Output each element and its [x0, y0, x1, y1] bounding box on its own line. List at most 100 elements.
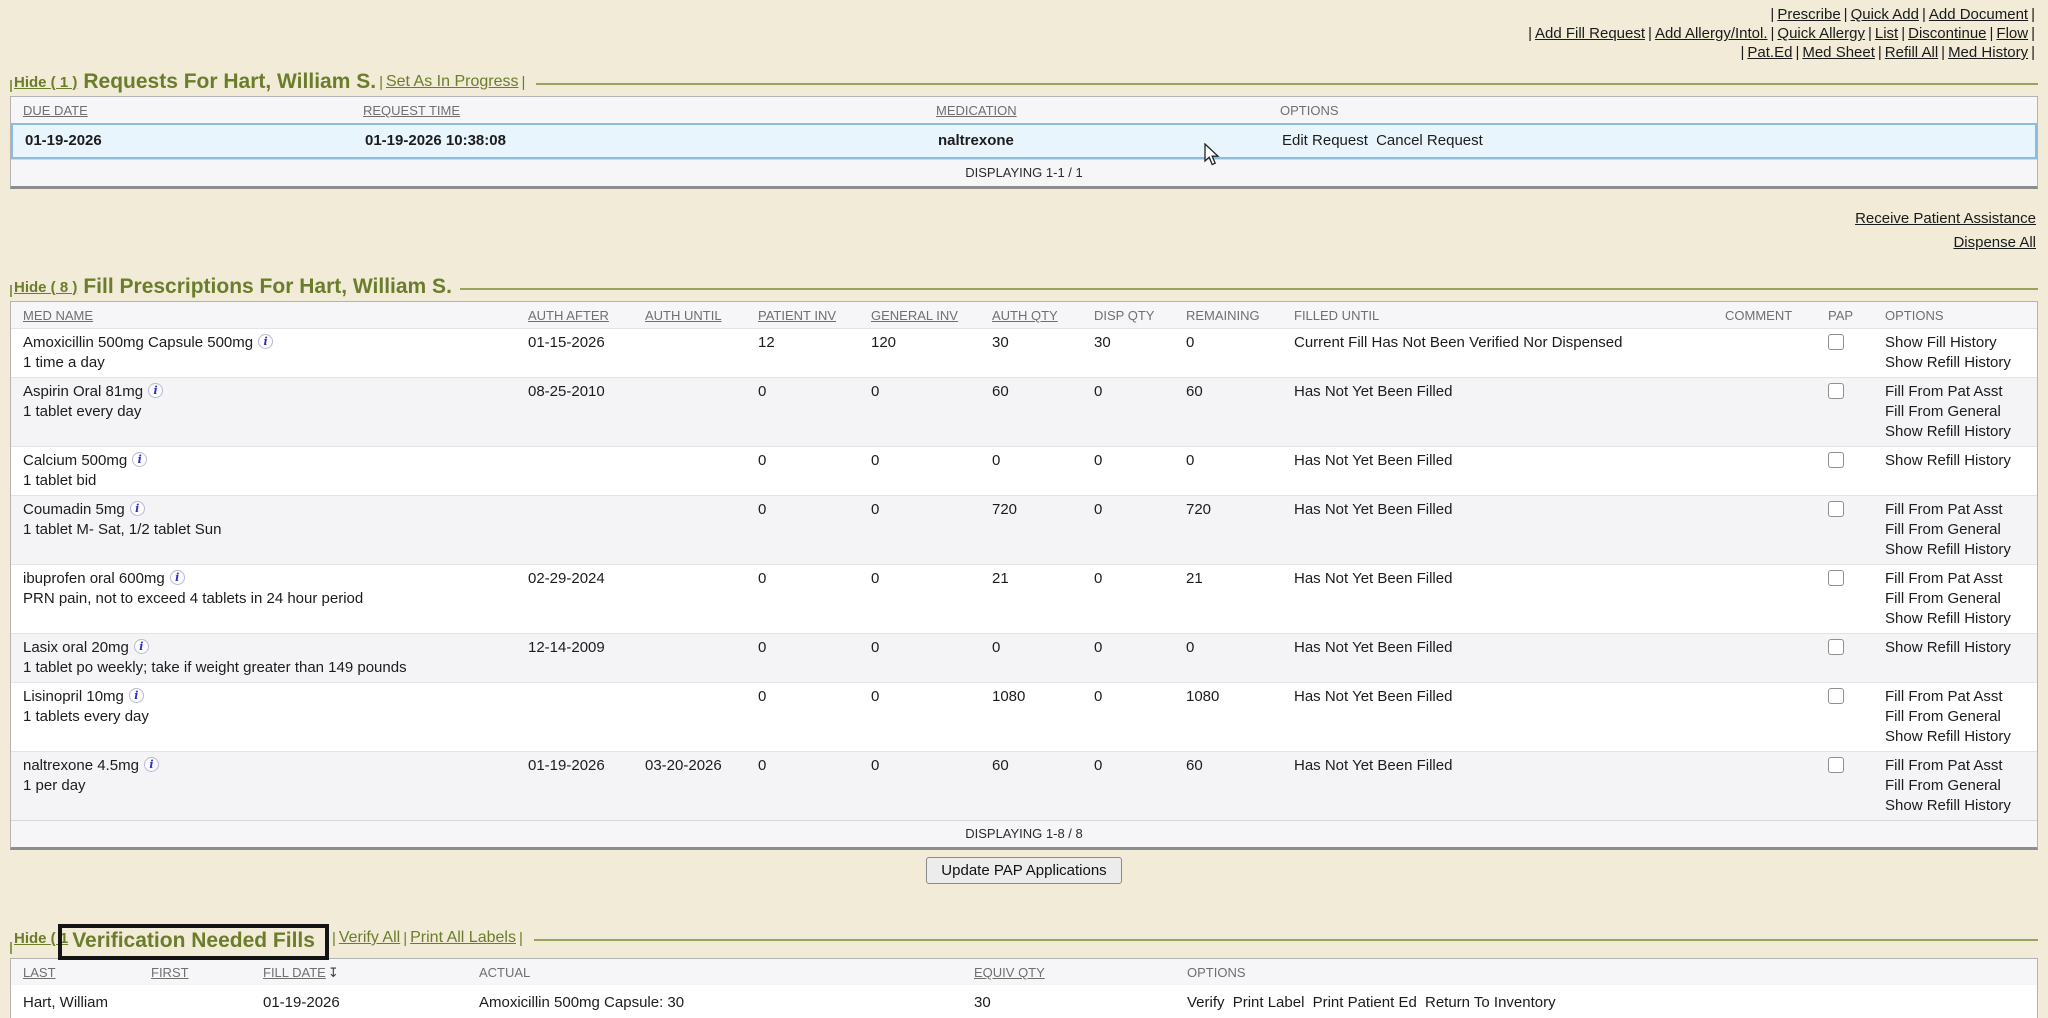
- pap-checkbox[interactable]: [1828, 757, 1844, 773]
- pap-checkbox[interactable]: [1828, 570, 1844, 586]
- requests-section: Hide ( 1 ) Requests For Hart, William S.…: [10, 70, 2038, 189]
- auth-until-cell: [633, 447, 746, 495]
- fill-from-general-link[interactable]: Fill From General: [1885, 707, 2029, 727]
- link-med-sheet[interactable]: Med Sheet: [1802, 44, 1875, 61]
- col-equiv-qty[interactable]: EQUIV QTY: [962, 959, 1175, 985]
- link-med-history[interactable]: Med History: [1948, 44, 2028, 61]
- show-refill-history-link[interactable]: Show Refill History: [1885, 609, 2029, 629]
- col-last[interactable]: LAST: [11, 959, 139, 985]
- patient-inv-cell: 0: [746, 496, 859, 564]
- med-cell: Calcium 500mgi 1 tablet bid: [11, 447, 516, 495]
- show-refill-history-link[interactable]: Show Refill History: [1885, 638, 2029, 658]
- disp-qty-cell: 30: [1082, 329, 1174, 377]
- remaining-cell: 21: [1174, 565, 1282, 633]
- info-icon[interactable]: i: [134, 639, 149, 654]
- show-refill-history-link[interactable]: Show Refill History: [1885, 727, 2029, 747]
- fill-from-general-link[interactable]: Fill From General: [1885, 776, 2029, 796]
- dispense-all-link[interactable]: Dispense All: [1953, 234, 2036, 251]
- link-refill-all[interactable]: Refill All: [1885, 44, 1938, 61]
- sort-descending-icon[interactable]: ↧: [328, 965, 339, 980]
- info-icon[interactable]: i: [130, 501, 145, 516]
- receive-patient-assistance-link[interactable]: Receive Patient Assistance: [1855, 210, 2036, 227]
- fill-from-general-link[interactable]: Fill From General: [1885, 520, 2029, 540]
- fill-date-sort-link[interactable]: FILL DATE: [263, 965, 326, 980]
- edit-request-link[interactable]: Edit Request: [1282, 132, 1368, 149]
- fill-from-pat-asst-link[interactable]: Fill From Pat Asst: [1885, 569, 2029, 589]
- info-icon[interactable]: i: [258, 334, 273, 349]
- auth-qty-cell: 21: [980, 565, 1082, 633]
- med-sig: 1 tablets every day: [23, 707, 508, 727]
- show-refill-history-link[interactable]: Show Refill History: [1885, 540, 2029, 560]
- info-icon[interactable]: i: [148, 383, 163, 398]
- link-add-allergy-intol[interactable]: Add Allergy/Intol.: [1655, 25, 1768, 42]
- med-name: Aspirin Oral 81mg: [23, 383, 143, 400]
- button-row: Update PAP Applications: [10, 850, 2038, 884]
- separator: |: [376, 74, 386, 91]
- info-icon[interactable]: i: [144, 757, 159, 772]
- fill-from-general-link[interactable]: Fill From General: [1885, 402, 2029, 422]
- col-auth-after[interactable]: AUTH AFTER: [516, 302, 633, 328]
- col-first[interactable]: FIRST: [139, 959, 251, 985]
- disp-qty-cell: 0: [1082, 496, 1174, 564]
- med-sig: PRN pain, not to exceed 4 tablets in 24 …: [23, 589, 508, 609]
- patient-inv-cell: 0: [746, 447, 859, 495]
- verify-link[interactable]: Verify: [1187, 994, 1225, 1011]
- pap-checkbox[interactable]: [1828, 383, 1844, 399]
- col-patient-inv[interactable]: PATIENT INV: [746, 302, 859, 328]
- filled-until-cell: Has Not Yet Been Filled: [1282, 378, 1713, 446]
- fill-from-pat-asst-link[interactable]: Fill From Pat Asst: [1885, 756, 2029, 776]
- fill-from-pat-asst-link[interactable]: Fill From Pat Asst: [1885, 687, 2029, 707]
- col-auth-until[interactable]: AUTH UNTIL: [633, 302, 746, 328]
- pap-checkbox[interactable]: [1828, 334, 1844, 350]
- show-refill-history-link[interactable]: Show Refill History: [1885, 796, 2029, 816]
- show-fill-history-link[interactable]: Show Fill History: [1885, 333, 2029, 353]
- print-label-link[interactable]: Print Label: [1233, 994, 1305, 1011]
- fill-from-general-link[interactable]: Fill From General: [1885, 589, 2029, 609]
- col-auth-qty[interactable]: AUTH QTY: [980, 302, 1082, 328]
- set-as-in-progress-link[interactable]: Set As In Progress: [386, 73, 519, 91]
- print-patient-ed-link[interactable]: Print Patient Ed: [1313, 994, 1417, 1011]
- verify-all-link[interactable]: Verify All: [339, 929, 400, 947]
- patient-inv-cell: 0: [746, 683, 859, 751]
- link-list[interactable]: List: [1875, 25, 1898, 42]
- pap-checkbox[interactable]: [1828, 452, 1844, 468]
- print-all-labels-link[interactable]: Print All Labels: [410, 929, 516, 947]
- link-add-fill-request[interactable]: Add Fill Request: [1535, 25, 1645, 42]
- col-general-inv[interactable]: GENERAL INV: [859, 302, 980, 328]
- fill-from-pat-asst-link[interactable]: Fill From Pat Asst: [1885, 500, 2029, 520]
- update-pap-applications-button[interactable]: Update PAP Applications: [926, 857, 1121, 884]
- show-refill-history-link[interactable]: Show Refill History: [1885, 422, 2029, 442]
- auth-after-cell: 08-25-2010: [516, 378, 633, 446]
- link-prescribe[interactable]: Prescribe: [1777, 6, 1840, 23]
- fill-from-pat-asst-link[interactable]: Fill From Pat Asst: [1885, 382, 2029, 402]
- col-due-date[interactable]: DUE DATE: [11, 97, 351, 123]
- pap-checkbox[interactable]: [1828, 501, 1844, 517]
- cancel-request-link[interactable]: Cancel Request: [1376, 132, 1483, 149]
- info-icon[interactable]: i: [170, 570, 185, 585]
- info-icon[interactable]: i: [129, 688, 144, 703]
- link-flow[interactable]: Flow: [1996, 25, 2028, 42]
- link-quick-allergy[interactable]: Quick Allergy: [1777, 25, 1865, 42]
- link-quick-add[interactable]: Quick Add: [1851, 6, 1919, 23]
- request-row-selected[interactable]: 01-19-2026 01-19-2026 10:38:08 naltrexon…: [11, 123, 2037, 159]
- requests-hide-link[interactable]: Hide ( 1 ): [14, 74, 77, 91]
- fieldset-corner: [10, 942, 12, 954]
- info-icon[interactable]: i: [132, 452, 147, 467]
- options-cell: Fill From Pat Asst Fill From General Sho…: [1873, 683, 2037, 751]
- fills-hide-link[interactable]: Hide ( 8 ): [14, 279, 77, 296]
- col-request-time[interactable]: REQUEST TIME: [351, 97, 924, 123]
- pap-cell: [1816, 447, 1873, 495]
- pap-checkbox[interactable]: [1828, 688, 1844, 704]
- fills-table: MED NAME AUTH AFTER AUTH UNTIL PATIENT I…: [10, 301, 2038, 850]
- link-pat-ed[interactable]: Pat.Ed: [1747, 44, 1792, 61]
- link-add-document[interactable]: Add Document: [1929, 6, 2028, 23]
- pap-checkbox[interactable]: [1828, 639, 1844, 655]
- col-medication[interactable]: MEDICATION: [924, 97, 1268, 123]
- col-med-name[interactable]: MED NAME: [11, 302, 516, 328]
- return-to-inventory-link[interactable]: Return To Inventory: [1425, 994, 1556, 1011]
- options-cell: Show Refill History: [1873, 634, 2037, 682]
- link-discontinue[interactable]: Discontinue: [1908, 25, 1986, 42]
- show-refill-history-link[interactable]: Show Refill History: [1885, 451, 2029, 471]
- show-refill-history-link[interactable]: Show Refill History: [1885, 353, 2029, 373]
- table-row: Coumadin 5mgi 1 tablet M- Sat, 1/2 table…: [11, 495, 2037, 564]
